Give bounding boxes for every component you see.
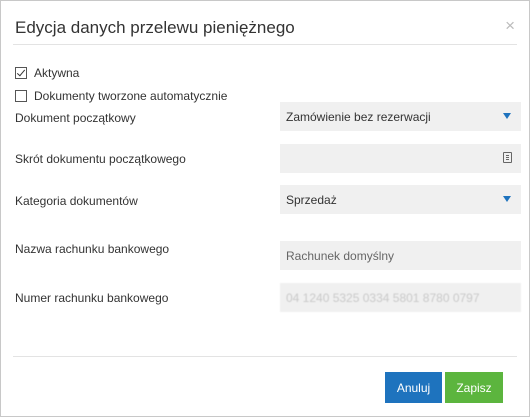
auto-docs-checkbox-label: Dokumenty tworzone automatycznie [34, 89, 228, 103]
bank-account-name-value: Rachunek domyślny [286, 248, 395, 263]
document-category-label: Kategoria dokumentów [15, 194, 138, 208]
active-checkbox-label: Aktywna [34, 66, 80, 80]
edit-transfer-dialog: Edycja danych przelewu pieniężnego × Akt… [0, 0, 530, 417]
chevron-down-icon [503, 113, 511, 119]
dialog-title: Edycja danych przelewu pieniężnego [15, 18, 295, 37]
auto-docs-checkbox-row[interactable]: Dokumenty tworzone automatycznie [15, 89, 227, 103]
bank-account-number-label: Numer rachunku bankowego [15, 291, 169, 305]
bank-account-name-label: Nazwa rachunku bankowego [15, 242, 170, 256]
header-divider [13, 44, 517, 45]
document-category-select[interactable]: Sprzedaż [280, 185, 521, 214]
bank-account-number-input[interactable]: 04 1240 5325 0334 5801 8780 0797 [280, 283, 521, 312]
initial-document-short-label: Skrót dokumentu początkowego [15, 152, 186, 166]
chevron-down-icon [503, 196, 511, 202]
initial-document-short-input[interactable] [280, 144, 521, 173]
initial-document-select[interactable]: Zamówienie bez rezerwacji [280, 102, 521, 131]
document-list-icon[interactable] [503, 152, 512, 163]
cancel-button[interactable]: Anuluj [385, 372, 442, 403]
initial-document-label: Dokument początkowy [15, 111, 136, 125]
bank-account-name-input[interactable]: Rachunek domyślny [280, 241, 521, 270]
close-icon[interactable]: × [505, 16, 515, 36]
active-checkbox-row[interactable]: Aktywna [15, 66, 79, 80]
auto-docs-checkbox[interactable] [15, 90, 27, 102]
document-category-value: Sprzedaż [286, 192, 337, 207]
active-checkbox[interactable] [15, 67, 27, 79]
save-button[interactable]: Zapisz [445, 372, 503, 403]
bank-account-number-value: 04 1240 5325 0334 5801 8780 0797 [286, 290, 480, 305]
initial-document-value: Zamówienie bez rezerwacji [286, 109, 431, 124]
footer-divider [13, 356, 517, 357]
